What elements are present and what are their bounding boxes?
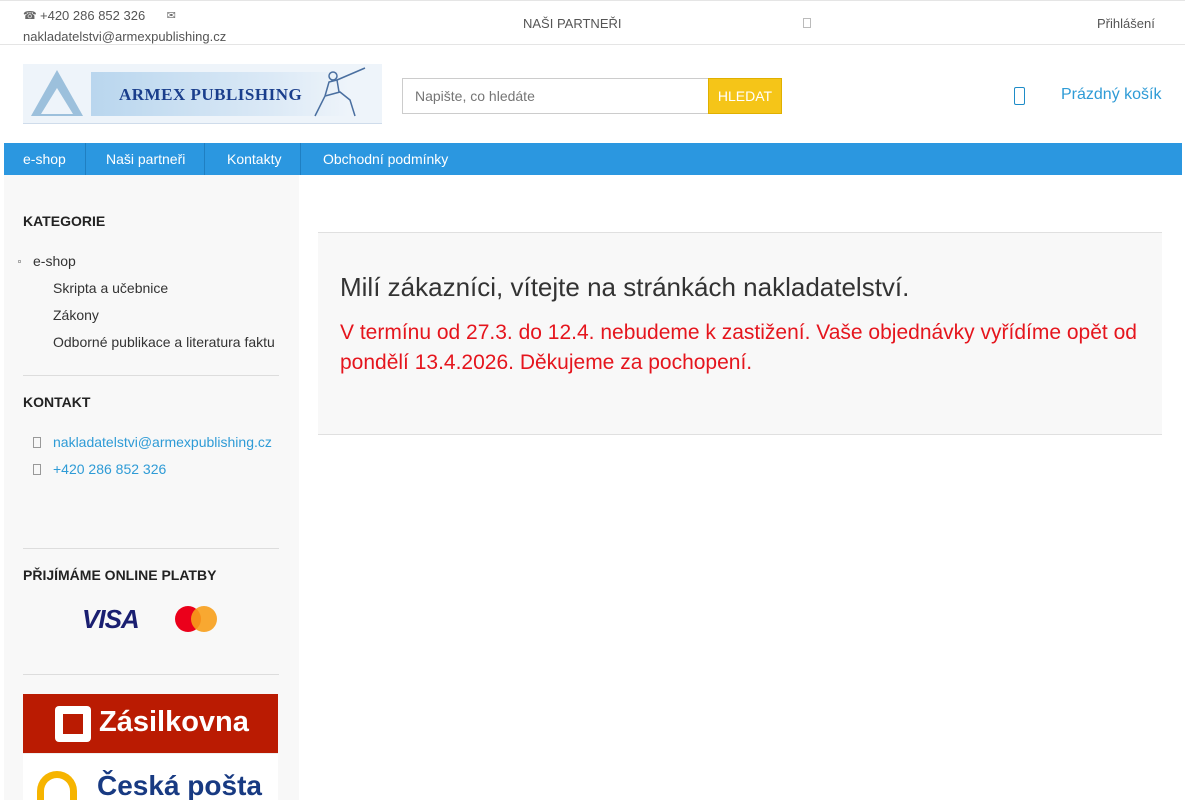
nav-item-terms[interactable]: Obchodní podmínky [304, 143, 467, 175]
phone-icon: ☎ [23, 9, 37, 22]
category-root[interactable]: e-shop [33, 253, 76, 269]
welcome-title: Milí zákazníci, vítejte na stránkách nak… [340, 272, 910, 302]
category-item[interactable]: Zákony [53, 307, 99, 323]
post-horn-icon [37, 771, 77, 800]
top-phone[interactable]: +420 286 852 326 [40, 5, 145, 26]
nav-item-partners[interactable]: Naši partneři [87, 143, 206, 175]
closure-notice: V termínu od 27.3. do 12.4. nebudeme k z… [340, 321, 1137, 374]
cart-label[interactable]: Prázdný košík [1061, 86, 1161, 104]
payments-heading: PŘIJÍMÁME ONLINE PLATBY [23, 567, 217, 583]
logo-triangle-inner [41, 88, 73, 114]
zasilkovna-banner[interactable]: Zásilkovna [23, 694, 278, 753]
package-icon [55, 706, 91, 742]
nav-item-eshop[interactable]: e-shop [4, 143, 86, 175]
top-contact: ☎ +420 286 852 326 ✉ nakladatelstvi@arme… [23, 5, 226, 47]
email-icon: ✉ [166, 9, 176, 22]
divider [23, 375, 279, 376]
top-bar: ☎ +420 286 852 326 ✉ nakladatelstvi@arme… [0, 0, 1185, 45]
contact-phone-link[interactable]: +420 286 852 326 [53, 461, 166, 477]
partners-link[interactable]: NAŠI PARTNEŘI [523, 16, 621, 31]
mastercard-icon [175, 605, 219, 633]
visa-logo: VISA [82, 604, 140, 634]
header: ARMEX PUBLISHING HLEDAT Prázdný košík [0, 45, 1185, 143]
contact-heading: KONTAKT [23, 394, 91, 410]
welcome-box: Milí zákazníci, vítejte na stránkách nak… [318, 232, 1162, 435]
nav-item-contacts[interactable]: Kontakty [208, 143, 302, 175]
top-email[interactable]: nakladatelstvi@armexpublishing.cz [23, 26, 226, 47]
menu-icon[interactable] [803, 18, 811, 28]
bullet-icon [18, 260, 21, 263]
search-input[interactable] [402, 78, 709, 114]
knight-icon [314, 67, 366, 117]
zasilkovna-text: Zásilkovna [99, 706, 249, 738]
ceska-posta-text: Česká pošta [97, 770, 262, 800]
phone-icon [33, 464, 41, 475]
search-button[interactable]: HLEDAT [708, 78, 782, 114]
email-icon [33, 437, 41, 448]
divider [23, 674, 279, 675]
logo-text: ARMEX PUBLISHING [119, 85, 303, 104]
category-item[interactable]: Odborné publikace a literatura faktu [53, 334, 275, 350]
categories-heading: KATEGORIE [23, 213, 106, 229]
contact-email-link[interactable]: nakladatelstvi@armexpublishing.cz [53, 434, 272, 450]
login-link[interactable]: Přihlášení [1097, 16, 1155, 31]
search-form: HLEDAT [402, 78, 782, 114]
main-nav: e-shop Naši partneři Kontakty Obchodní p… [4, 143, 1182, 175]
ceska-posta-banner[interactable]: Česká pošta [23, 753, 278, 800]
sidebar: KATEGORIE e-shop Skripta a učebnice Záko… [4, 175, 299, 800]
divider [23, 548, 279, 549]
category-item[interactable]: Skripta a učebnice [53, 280, 168, 296]
cart-icon[interactable] [1014, 87, 1025, 105]
logo[interactable]: ARMEX PUBLISHING [23, 64, 382, 124]
